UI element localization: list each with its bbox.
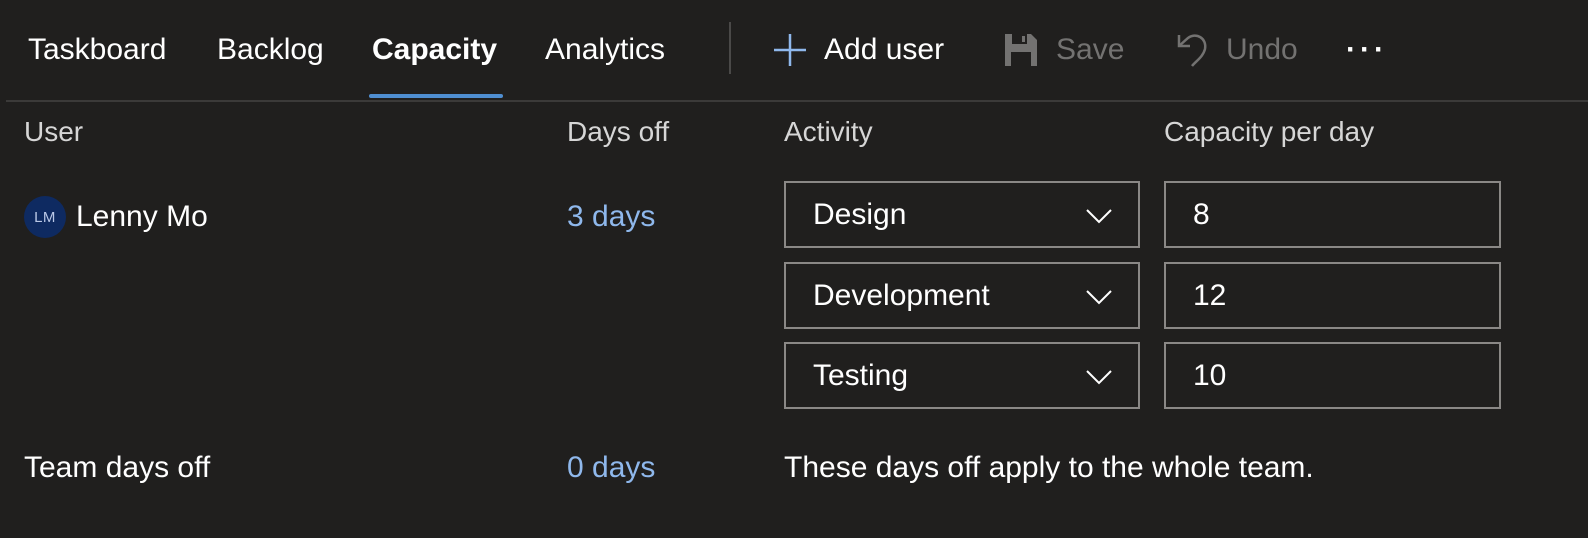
avatar: LM bbox=[24, 196, 66, 238]
column-header-days-off: Days off bbox=[567, 116, 670, 147]
team-days-off-note: These days off apply to the whole team. bbox=[784, 451, 1314, 484]
toolbar-border bbox=[6, 100, 1588, 102]
team-days-off-link[interactable]: 0 days bbox=[567, 449, 655, 487]
save-icon bbox=[1002, 31, 1040, 69]
activity-dropdown-development[interactable]: Development bbox=[784, 262, 1140, 329]
undo-button[interactable]: Undo bbox=[1174, 26, 1298, 74]
toolbar-divider bbox=[729, 22, 731, 74]
team-days-off-label: Team days off bbox=[24, 451, 211, 484]
more-options-button[interactable]: ··· bbox=[1346, 26, 1388, 74]
save-button[interactable]: Save bbox=[1002, 26, 1124, 74]
tab-analytics[interactable]: Analytics bbox=[545, 30, 665, 70]
undo-label: Undo bbox=[1226, 33, 1298, 66]
selected-tab-indicator bbox=[369, 94, 503, 98]
capacity-input-design[interactable] bbox=[1164, 181, 1501, 248]
chevron-down-icon bbox=[1086, 209, 1112, 224]
activity-dropdown-value: Design bbox=[813, 198, 907, 231]
user-days-off-link[interactable]: 3 days bbox=[567, 198, 655, 236]
more-icon: ··· bbox=[1346, 33, 1388, 66]
chevron-down-icon bbox=[1086, 370, 1112, 385]
activity-dropdown-testing[interactable]: Testing bbox=[784, 342, 1140, 409]
undo-icon bbox=[1174, 31, 1210, 69]
tab-backlog[interactable]: Backlog bbox=[217, 30, 324, 70]
add-user-label: Add user bbox=[824, 33, 945, 66]
capacity-input-testing[interactable] bbox=[1164, 342, 1501, 409]
column-header-user: User bbox=[24, 116, 84, 147]
capacity-input-development[interactable] bbox=[1164, 262, 1501, 329]
activity-dropdown-design[interactable]: Design bbox=[784, 181, 1140, 248]
user-name: Lenny Mo bbox=[76, 200, 208, 233]
plus-icon bbox=[772, 32, 808, 68]
column-header-activity: Activity bbox=[784, 116, 873, 147]
add-user-button[interactable]: Add user bbox=[772, 26, 944, 74]
save-label: Save bbox=[1056, 33, 1125, 66]
tab-taskboard[interactable]: Taskboard bbox=[28, 30, 166, 70]
activity-dropdown-value: Testing bbox=[813, 359, 909, 392]
tab-capacity[interactable]: Capacity bbox=[372, 30, 497, 70]
activity-dropdown-value: Development bbox=[813, 279, 990, 312]
chevron-down-icon bbox=[1086, 290, 1112, 305]
column-header-capacity: Capacity per day bbox=[1164, 116, 1375, 147]
toolbar: Taskboard Backlog Capacity Analytics Add… bbox=[0, 0, 1588, 100]
